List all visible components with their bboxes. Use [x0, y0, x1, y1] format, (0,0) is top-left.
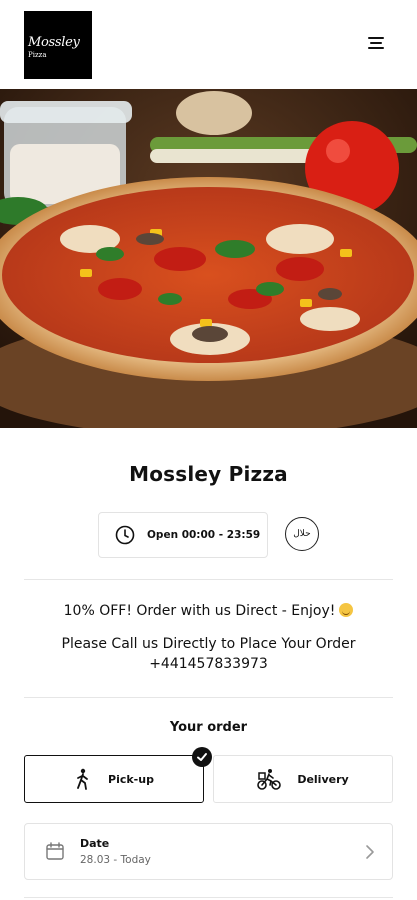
opening-hours-badge: Open 00:00 - 23:59	[98, 512, 268, 558]
delivery-option-button[interactable]: Delivery	[213, 755, 393, 803]
restaurant-name: Mossley Pizza	[129, 462, 288, 486]
calendar-icon	[46, 842, 64, 860]
hamburger-menu-icon[interactable]	[364, 34, 390, 56]
selected-check-icon	[192, 747, 212, 767]
promo-line-1: 10% OFF! Order with us Direct - Enjoy!	[63, 603, 336, 619]
halal-badge-icon: حلال	[285, 517, 319, 551]
phone-number[interactable]: +441457833973	[30, 654, 387, 674]
promo-text: 10% OFF! Order with us Direct - Enjoy!	[0, 603, 417, 619]
delivery-label: Delivery	[297, 772, 349, 786]
promo-call-text: Please Call us Directly to Place Your Or…	[30, 634, 387, 674]
pickup-option-button[interactable]: Pick-up	[24, 755, 204, 803]
your-order-heading: Your order	[169, 720, 248, 735]
divider	[24, 897, 393, 898]
date-value: 28.03 - Today	[80, 854, 151, 866]
app-header: Mossley Pizza	[0, 0, 417, 88]
promo-line-2: Please Call us Directly to Place Your Or…	[61, 636, 356, 652]
chevron-right-icon	[366, 845, 374, 859]
opening-hours-text: Open 00:00 - 23:59	[147, 529, 261, 541]
logo-text-sub: Pizza	[28, 51, 47, 59]
walking-person-icon	[77, 768, 88, 790]
smiley-emoji-icon	[339, 603, 354, 617]
bicycle-courier-icon	[257, 769, 282, 790]
logo-text-main: Mossley	[28, 35, 80, 50]
brand-logo[interactable]: Mossley Pizza	[24, 11, 92, 79]
divider	[24, 579, 393, 580]
halal-badge-text: حلال	[293, 529, 311, 539]
pickup-label: Pick-up	[108, 772, 154, 786]
pizza-hero-image	[0, 89, 417, 428]
date-selector[interactable]: Date 28.03 - Today	[24, 823, 393, 880]
clock-icon	[115, 525, 135, 545]
divider	[24, 697, 393, 698]
date-label: Date	[80, 837, 110, 850]
